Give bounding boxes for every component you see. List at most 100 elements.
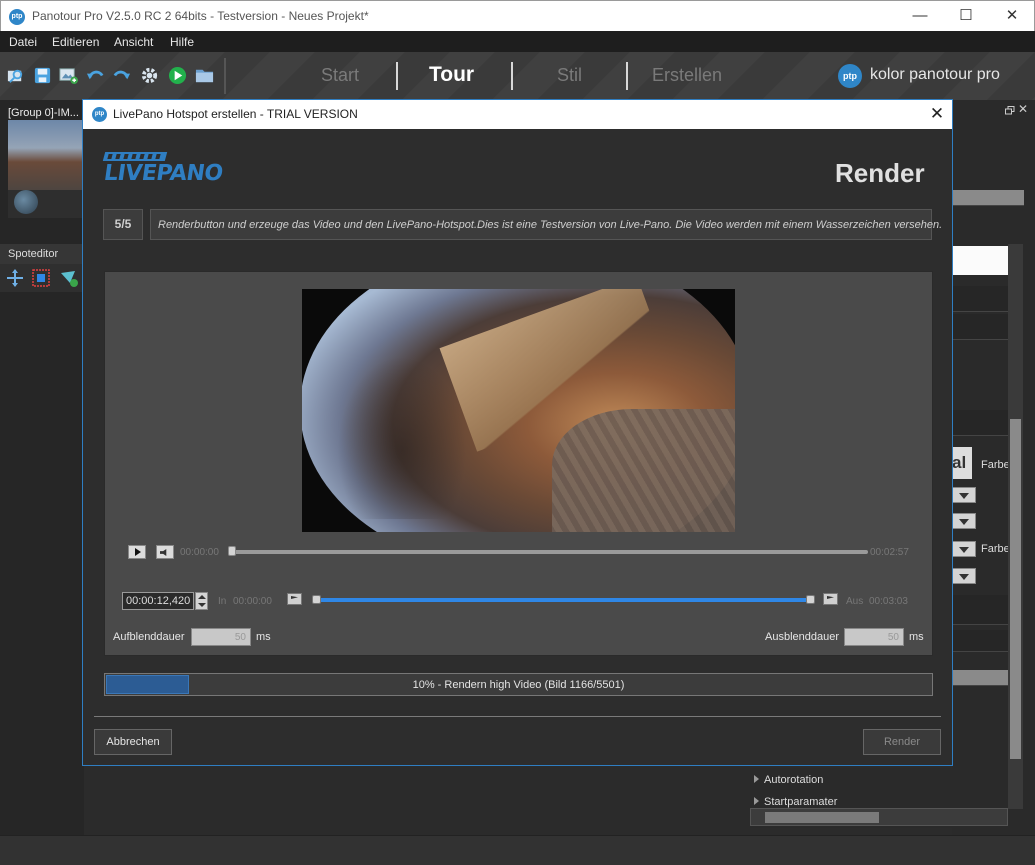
- horizontal-scrollbar[interactable]: [750, 808, 1008, 826]
- playback-handle[interactable]: [228, 546, 236, 556]
- progress-text: 10% - Rendern high Video (Bild 1166/5501…: [412, 679, 625, 691]
- font-preview[interactable]: al: [952, 447, 972, 479]
- speaker-icon: [160, 549, 167, 556]
- settings-icon[interactable]: [140, 66, 159, 85]
- property-field[interactable]: [952, 595, 1008, 625]
- left-panel: [Group 0]-IM... Spoteditor: [0, 100, 84, 835]
- current-time: 00:00:00: [180, 547, 219, 558]
- tab-separator: [511, 62, 513, 90]
- set-in-point-button[interactable]: [287, 593, 302, 605]
- maximize-button[interactable]: ☐: [943, 1, 989, 32]
- menubar: Datei Editieren Ansicht Hilfe: [0, 31, 1035, 52]
- property-field[interactable]: [952, 670, 1008, 686]
- spoteditor-tools: [0, 264, 84, 292]
- livepano-logo: LIVEPANO: [102, 152, 224, 192]
- property-field[interactable]: [952, 630, 1008, 652]
- dialog-close-button[interactable]: ✕: [925, 103, 949, 125]
- add-hotspot-icon[interactable]: [60, 269, 78, 287]
- window-title: Panotour Pro V2.5.0 RC 2 64bits - Testve…: [32, 9, 369, 23]
- step-heading: Render: [835, 158, 925, 188]
- expand-arrow-icon: [754, 775, 759, 783]
- video-preview[interactable]: [302, 289, 735, 532]
- group-label[interactable]: [Group 0]-IM...: [8, 107, 79, 119]
- tab-tour[interactable]: Tour: [429, 63, 474, 87]
- tab-separator: [626, 62, 628, 90]
- trim-range-slider[interactable]: [316, 598, 812, 602]
- step-indicator: 5/5: [103, 209, 143, 240]
- total-time: 00:02:57: [870, 547, 909, 558]
- toolbar-separator: [224, 58, 226, 94]
- statusbar: [0, 835, 1035, 865]
- property-field[interactable]: [952, 410, 1008, 436]
- livepano-dialog: ptp LivePano Hotspot erstellen - TRIAL V…: [82, 99, 953, 766]
- render-progress-bar: 10% - Rendern high Video (Bild 1166/5501…: [104, 673, 933, 696]
- panorama-thumbnail[interactable]: [8, 120, 84, 190]
- move-icon[interactable]: [6, 269, 24, 287]
- folder-icon[interactable]: [195, 66, 214, 85]
- video-preview-panel: 00:00:00 00:02:57 In 00:00:00 Aus 00:03:…: [104, 271, 933, 656]
- select-area-icon[interactable]: [32, 269, 50, 287]
- undo-icon[interactable]: [86, 66, 105, 85]
- property-autorotation[interactable]: Autorotation: [754, 774, 823, 786]
- close-window-button[interactable]: ✕: [989, 1, 1035, 32]
- menu-datei[interactable]: Datei: [9, 35, 37, 49]
- step-description-box: Renderbutton und erzeuge das Video und d…: [150, 209, 942, 240]
- in-time: 00:00:00: [233, 596, 272, 607]
- in-label: In: [218, 596, 227, 607]
- restore-panel-icon[interactable]: [1005, 106, 1015, 115]
- menu-ansicht[interactable]: Ansicht: [114, 35, 153, 49]
- playback-slider[interactable]: [232, 550, 868, 554]
- scrollbar-thumb[interactable]: [765, 812, 879, 823]
- menu-editieren[interactable]: Editieren: [52, 35, 99, 49]
- property-field[interactable]: [952, 314, 1008, 340]
- tab-erstellen[interactable]: Erstellen: [652, 65, 722, 86]
- vertical-scrollbar[interactable]: [1008, 244, 1023, 809]
- globe-icon: [14, 190, 38, 214]
- play-icon: [135, 548, 141, 556]
- timecode-spinner[interactable]: [195, 592, 208, 610]
- cancel-button[interactable]: Abbrechen: [94, 729, 172, 755]
- property-field[interactable]: [952, 286, 1008, 312]
- main-toolbar: Start Tour Stil Erstellen ptp kolor pano…: [0, 52, 1035, 100]
- app-icon: ptp: [9, 9, 25, 25]
- out-time: 00:03:03: [869, 596, 908, 607]
- fade-in-unit: ms: [256, 631, 271, 643]
- out-label: Aus: [846, 596, 864, 607]
- play-icon[interactable]: [168, 66, 187, 85]
- open-project-icon[interactable]: [6, 66, 25, 85]
- add-image-icon[interactable]: [59, 66, 78, 85]
- close-panel-icon[interactable]: ✕: [1018, 102, 1028, 116]
- spinner[interactable]: [952, 513, 976, 529]
- minimize-button[interactable]: —: [897, 1, 943, 32]
- window-titlebar: ptp Panotour Pro V2.5.0 RC 2 64bits - Te…: [0, 0, 1035, 31]
- color-label: Farbe: [981, 543, 1010, 555]
- property-text-field[interactable]: [952, 246, 1008, 275]
- spoteditor-header: Spoteditor: [0, 244, 84, 264]
- spinner[interactable]: [952, 568, 976, 584]
- mute-button[interactable]: [156, 545, 174, 559]
- fade-out-input[interactable]: [844, 628, 904, 646]
- set-out-point-button[interactable]: [823, 593, 838, 605]
- tab-start[interactable]: Start: [321, 65, 359, 86]
- tab-stil[interactable]: Stil: [557, 65, 582, 86]
- dropdown-arrow[interactable]: [952, 487, 976, 503]
- property-startparameter[interactable]: Startparamater: [754, 796, 837, 808]
- play-button[interactable]: [128, 545, 146, 559]
- trim-in-handle[interactable]: [312, 595, 321, 604]
- menu-hilfe[interactable]: Hilfe: [170, 35, 194, 49]
- scrollbar-thumb[interactable]: [1010, 419, 1021, 759]
- pavement: [552, 409, 735, 532]
- redo-icon[interactable]: [112, 66, 131, 85]
- right-panel: ✕ al Farbe Farbe: [952, 100, 1035, 835]
- save-icon[interactable]: [33, 66, 52, 85]
- timecode-input[interactable]: [122, 592, 194, 610]
- tab-separator: [396, 62, 398, 90]
- render-button[interactable]: Render: [863, 729, 941, 755]
- fade-out-label: Ausblenddauer: [765, 631, 840, 643]
- dialog-title: LivePano Hotspot erstellen - TRIAL VERSI…: [113, 107, 358, 121]
- fade-in-input[interactable]: [191, 628, 251, 646]
- trim-out-handle[interactable]: [806, 595, 815, 604]
- fade-out-unit: ms: [909, 631, 924, 643]
- property-field[interactable]: [952, 190, 1024, 206]
- dropdown-arrow[interactable]: [952, 541, 976, 557]
